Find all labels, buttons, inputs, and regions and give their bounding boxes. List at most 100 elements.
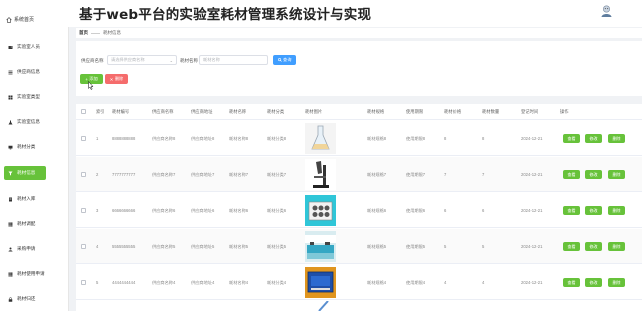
sidebar-item-supplier[interactable]: 供应商信息 <box>0 65 69 79</box>
filter-panel: 供应商名称 请选择供应商名称 ⌄ 耗材名称 耗材名称 查询 + 添加 ✕ 删除 <box>76 41 642 96</box>
delete-button[interactable]: 删除 <box>608 242 625 251</box>
cell-index: 4 <box>96 244 99 249</box>
cell-supplier: 供应商名称5 <box>152 244 176 249</box>
search-icon <box>277 58 282 62</box>
cell-name: 耗材名称6 <box>229 208 249 213</box>
edit-button[interactable]: 修改 <box>585 134 602 143</box>
funnel-icon <box>8 171 13 175</box>
cell-period: 使用期限5 <box>406 244 426 249</box>
cell-period: 使用期限4 <box>406 280 426 285</box>
search-label: 查询 <box>283 57 292 62</box>
cell-spec: 耗材规格7 <box>367 172 387 177</box>
table-row: 5 4444444444 供应商名称4 供应商地址4 耗材名称4 耗材分类4 耗… <box>76 265 642 300</box>
cell-index: 1 <box>96 136 99 141</box>
cell-code: 6666666666 <box>112 208 136 213</box>
delete-button[interactable]: 删除 <box>608 206 625 215</box>
sidebar-item-lab-staff[interactable]: 实验室人员 <box>0 40 69 54</box>
sidebar-item-label: 耗材信息 <box>17 170 36 175</box>
cell-qty: 5 <box>482 244 485 249</box>
edit-button[interactable]: 修改 <box>585 242 602 251</box>
instrument-image[interactable] <box>305 267 336 298</box>
sidebar-item-return[interactable]: 耗材归还 <box>0 292 69 306</box>
cell-spec: 耗材规格4 <box>367 280 387 285</box>
cell-qty: 8 <box>482 136 485 141</box>
sidebar-item-usage-request[interactable]: 耗材使用申请 <box>0 267 69 281</box>
supplier-select[interactable]: 请选择供应商名称 ⌄ <box>107 55 177 65</box>
view-button[interactable]: 查看 <box>563 134 580 143</box>
sidebar-item-category[interactable]: 耗材分类 <box>0 140 69 154</box>
cell-index: 5 <box>96 280 99 285</box>
beaker-image[interactable] <box>305 123 336 154</box>
row-checkbox[interactable] <box>81 244 86 249</box>
breadcrumb: 首页 —— 耗材信息 <box>76 28 642 38</box>
mouse-pointer-icon <box>88 81 94 90</box>
cell-name: 耗材名称7 <box>229 172 249 177</box>
cell-qty: 4 <box>482 280 485 285</box>
edit-button[interactable]: 修改 <box>585 278 602 287</box>
data-table: 索引 耗材编号 供应商名称 供应商地址 耗材名称 耗材分类 耗材图片 耗材规格 … <box>76 104 642 311</box>
sidebar-item-label: 实验室信息 <box>17 119 40 124</box>
sidebar-item-label: 耗材分类 <box>17 144 36 149</box>
cell-category: 耗材分类5 <box>267 244 287 249</box>
table-icon <box>8 222 13 226</box>
sidebar-item-label: 耗材调配 <box>17 221 36 226</box>
view-button[interactable]: 查看 <box>563 170 580 179</box>
edit-button[interactable]: 修改 <box>585 206 602 215</box>
delete-button[interactable]: 删除 <box>608 170 625 179</box>
chevron-down-icon: ⌄ <box>169 58 173 63</box>
edit-button[interactable]: 修改 <box>585 170 602 179</box>
microscope-image[interactable] <box>305 159 336 190</box>
delete-button[interactable]: 删除 <box>608 278 625 287</box>
sidebar-item-stock-in[interactable]: 耗材入库 <box>0 192 69 206</box>
water-bath-image[interactable] <box>305 195 336 226</box>
home-link[interactable]: 系统首页 <box>6 16 34 23</box>
person-icon <box>8 247 13 251</box>
delete-label: 删除 <box>114 76 124 81</box>
list-icon <box>8 70 13 74</box>
lab-bench-image[interactable] <box>305 231 336 262</box>
cell-qty: 6 <box>482 208 485 213</box>
cell-name: 耗材名称4 <box>229 280 249 285</box>
cell-category: 耗材分类8 <box>267 136 287 141</box>
search-button[interactable]: 查询 <box>273 55 296 65</box>
cell-address: 供应商地址5 <box>191 244 215 249</box>
table-header: 索引 耗材编号 供应商名称 供应商地址 耗材名称 耗材分类 耗材图片 耗材规格 … <box>76 104 642 120</box>
sidebar-item-purchase[interactable]: 采购申请 <box>0 242 69 256</box>
delete-button[interactable]: 删除 <box>608 134 625 143</box>
view-button[interactable]: 查看 <box>563 278 580 287</box>
row-checkbox[interactable] <box>81 280 86 285</box>
cell-category: 耗材分类7 <box>267 172 287 177</box>
batch-delete-button[interactable]: ✕ 删除 <box>105 74 128 84</box>
table-icon <box>8 272 13 276</box>
cell-spec: 耗材规格6 <box>367 208 387 213</box>
name-placeholder: 耗材名称 <box>203 57 220 62</box>
breadcrumb-home[interactable]: 首页 <box>79 30 88 36</box>
sidebar-item-lab-type[interactable]: 实验室类型 <box>0 90 69 104</box>
sidebar-item-allocation[interactable]: 耗材调配 <box>0 217 69 231</box>
lock-icon <box>8 296 13 302</box>
header-price: 耗材价格 <box>444 109 462 114</box>
sidebar-item-label: 耗材归还 <box>17 296 36 301</box>
sidebar-item-lab-info[interactable]: 实验室信息 <box>0 115 69 129</box>
cell-qty: 7 <box>482 172 485 177</box>
row-checkbox[interactable] <box>81 208 86 213</box>
cell-code: 7777777777 <box>112 172 136 177</box>
row-checkbox[interactable] <box>81 136 86 141</box>
cell-spec: 耗材规格5 <box>367 244 387 249</box>
cell-code: 8888888888 <box>112 136 136 141</box>
header-qty: 耗材数量 <box>482 109 500 114</box>
cell-address: 供应商地址8 <box>191 136 215 141</box>
cell-price: 5 <box>444 244 447 249</box>
cell-category: 耗材分类4 <box>267 280 287 285</box>
cell-date: 2024-12-21 <box>521 208 543 213</box>
name-input[interactable]: 耗材名称 <box>199 55 268 65</box>
view-button[interactable]: 查看 <box>563 206 580 215</box>
breadcrumb-current: 耗材信息 <box>103 30 121 35</box>
cell-address: 供应商地址6 <box>191 208 215 213</box>
cell-date: 2024-12-21 <box>521 244 543 249</box>
row-checkbox[interactable] <box>81 172 86 177</box>
select-all-checkbox[interactable] <box>81 109 86 114</box>
avatar[interactable] <box>600 4 613 18</box>
sidebar-item-material-info[interactable]: 耗材信息 <box>4 166 46 180</box>
view-button[interactable]: 查看 <box>563 242 580 251</box>
